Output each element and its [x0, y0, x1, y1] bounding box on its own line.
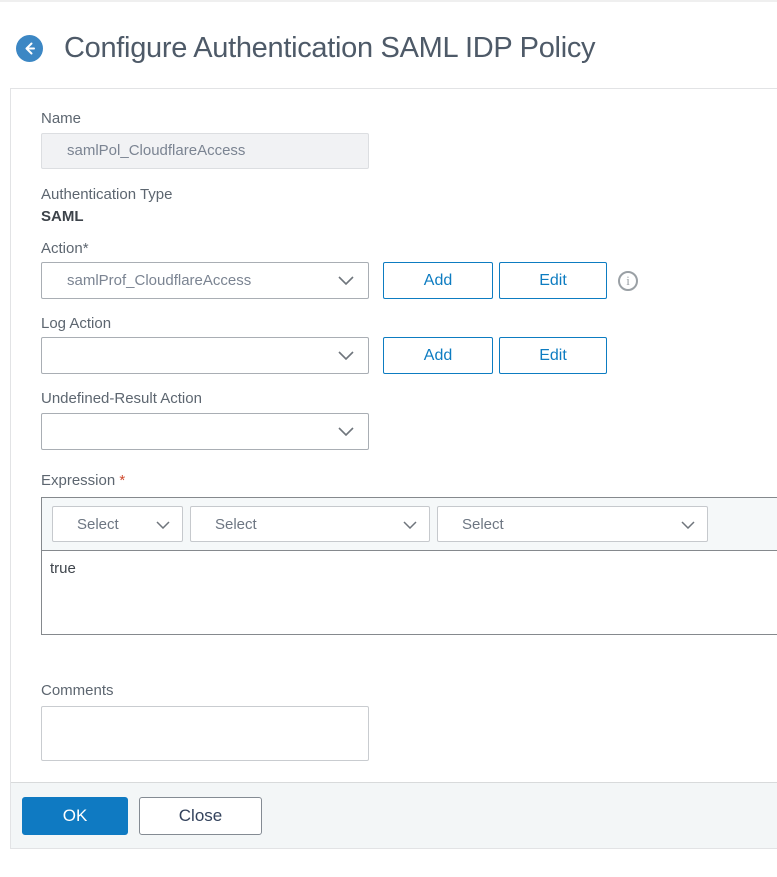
name-label: Name — [41, 110, 82, 127]
back-button[interactable] — [16, 34, 43, 62]
action-select[interactable]: samlProf_CloudflareAccess — [41, 262, 369, 299]
expression-select-2[interactable]: Select — [190, 506, 430, 542]
expression-select-2-value: Select — [215, 515, 257, 533]
chevron-down-icon — [338, 347, 354, 364]
log-action-label: Log Action — [41, 315, 112, 332]
action-label: Action* — [41, 240, 89, 257]
log-action-add-button[interactable]: Add — [383, 337, 493, 374]
expression-select-1[interactable]: Select — [52, 506, 183, 542]
expression-toolbar: Select Select Select — [42, 498, 777, 551]
action-select-value: samlProf_CloudflareAccess — [67, 272, 252, 289]
chevron-down-icon — [338, 423, 354, 440]
auth-type-label: Authentication Type — [41, 186, 173, 203]
comments-textarea[interactable] — [41, 706, 369, 761]
expression-select-1-value: Select — [77, 515, 119, 533]
auth-type-value: SAML — [41, 208, 84, 225]
expression-editor: Select Select Select true — [41, 497, 777, 635]
log-action-select[interactable] — [41, 337, 369, 374]
chevron-down-icon — [681, 516, 695, 533]
action-edit-button[interactable]: Edit — [499, 262, 607, 299]
page-header: Configure Authentication SAML IDP Policy — [16, 24, 777, 72]
undefined-result-action-select[interactable] — [41, 413, 369, 450]
form-panel: Name samlPol_CloudflareAccess Authentica… — [10, 88, 777, 849]
action-add-button[interactable]: Add — [383, 262, 493, 299]
log-action-row: Add Edit — [41, 337, 777, 374]
expression-label: Expression * — [41, 472, 126, 489]
expression-textarea[interactable]: true — [42, 551, 777, 634]
expression-select-3-value: Select — [462, 515, 504, 533]
chevron-down-icon — [403, 516, 417, 533]
chevron-down-icon — [338, 272, 354, 289]
arrow-left-icon — [22, 41, 37, 56]
info-icon[interactable]: i — [618, 270, 638, 291]
required-asterisk: * — [119, 472, 126, 489]
comments-label: Comments — [41, 682, 114, 699]
undefined-result-action-label: Undefined-Result Action — [41, 390, 202, 407]
page-top-divider — [0, 0, 777, 2]
undefined-result-action-row — [41, 413, 777, 450]
page-title: Configure Authentication SAML IDP Policy — [64, 31, 596, 64]
ok-button[interactable]: OK — [22, 796, 128, 835]
close-button[interactable]: Close — [139, 796, 262, 835]
chevron-down-icon — [156, 516, 170, 533]
form-footer: OK Close — [11, 782, 777, 848]
expression-select-3[interactable]: Select — [437, 506, 708, 542]
log-action-edit-button[interactable]: Edit — [499, 337, 607, 374]
action-row: samlProf_CloudflareAccess Add Edit i — [41, 262, 777, 299]
name-input: samlPol_CloudflareAccess — [41, 133, 369, 169]
